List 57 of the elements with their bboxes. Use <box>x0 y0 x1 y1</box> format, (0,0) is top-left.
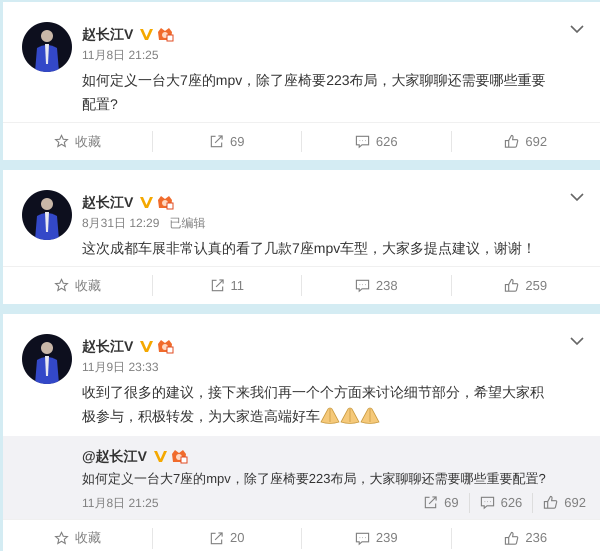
edited-label: 已编辑 <box>169 215 206 231</box>
chevron-down-icon[interactable] <box>569 24 585 34</box>
favorite-button[interactable]: 收藏 <box>54 276 101 296</box>
verified-icon <box>139 339 154 353</box>
crown-icon <box>171 448 188 464</box>
like-button[interactable]: 259 <box>504 276 548 296</box>
share-icon <box>210 278 224 293</box>
repost-button[interactable]: 11 <box>210 276 244 296</box>
post-text: 如何定义一台大7座的mpv，除了座椅要223布局，大家聊聊还需要哪些重要配置? <box>82 71 547 114</box>
avatar[interactable] <box>22 190 72 240</box>
share-icon <box>209 530 224 546</box>
crown-icon <box>157 194 174 210</box>
verified-icon <box>153 449 168 463</box>
share-icon <box>423 495 438 510</box>
comment-icon <box>354 530 370 546</box>
star-icon <box>54 278 69 293</box>
author-name[interactable]: 赵长江V <box>82 24 134 44</box>
like-button[interactable]: 692 <box>504 132 548 152</box>
comment-button[interactable]: 238 <box>354 276 398 296</box>
comment-button[interactable]: 239 <box>354 528 398 548</box>
author-name[interactable]: 赵长江V <box>82 192 134 212</box>
post-time[interactable]: 11月8日 21:25 <box>82 47 158 63</box>
favorite-button[interactable]: 收藏 <box>54 132 101 152</box>
share-icon <box>209 134 224 149</box>
post-text: 这次成都车展非常认真的看了几款7座mpv车型，大家多提点建议，谢谢！ <box>82 239 538 258</box>
comment-button[interactable]: 626 <box>354 132 398 152</box>
repost-button[interactable]: 69 <box>209 132 244 152</box>
repost-button[interactable]: 69 <box>423 493 459 512</box>
thumbs-up-icon <box>504 530 520 546</box>
crown-icon <box>157 338 174 354</box>
chevron-down-icon[interactable] <box>569 192 585 202</box>
thumbs-up-icon <box>504 134 520 149</box>
post-text: 收到了很多的建议，接下来我们再一个个方面来讨论细节部分，希望大家积极参与，积极转发，为大家造高端好车 <box>82 383 545 426</box>
like-button[interactable]: 236 <box>504 528 548 548</box>
star-icon <box>54 530 69 546</box>
avatar[interactable] <box>22 334 72 384</box>
repost-button[interactable]: 20 <box>209 528 244 548</box>
chevron-down-icon[interactable] <box>569 336 585 346</box>
avatar[interactable] <box>22 22 72 72</box>
author-name[interactable]: 赵长江V <box>82 336 134 356</box>
comment-button[interactable]: 626 <box>480 493 522 512</box>
crown-icon <box>157 26 174 42</box>
thumbs-up-icon <box>543 495 558 510</box>
thumbs-up-icon <box>504 278 520 293</box>
quoted-author[interactable]: @赵长江V <box>82 446 147 466</box>
quoted-text: 如何定义一台大7座的mpv，除了座椅要223布局，大家聊聊还需要哪些重要配置? <box>82 470 547 488</box>
quoted-time[interactable]: 11月8日 21:25 <box>82 494 158 512</box>
post-time[interactable]: 11月9日 23:33 <box>82 359 158 375</box>
star-icon <box>54 134 69 149</box>
comment-icon <box>354 278 370 293</box>
like-button[interactable]: 692 <box>543 493 586 512</box>
comment-icon <box>480 495 495 510</box>
verified-icon <box>139 27 154 41</box>
verified-icon <box>139 195 154 209</box>
favorite-button[interactable]: 收藏 <box>54 528 101 548</box>
post-time[interactable]: 8月31日 12:29 <box>82 215 160 231</box>
comment-icon <box>354 134 370 149</box>
